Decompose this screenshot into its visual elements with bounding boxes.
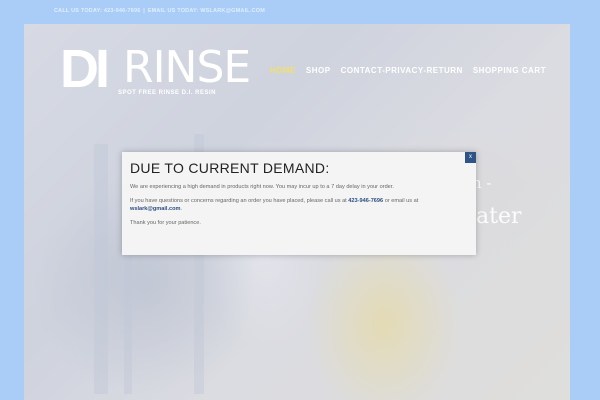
email-link[interactable]: wslark@gmail.com — [130, 206, 181, 212]
modal-paragraph: Thank you for your patience. — [130, 220, 201, 226]
modal-text: . — [180, 206, 183, 212]
logo-rinse: RINSE — [123, 42, 251, 93]
modal-text: If you have questions or concerns regard… — [130, 198, 349, 204]
call-us-text[interactable]: CALL US TODAY: 423-946-7696 — [54, 8, 141, 14]
email-us-text[interactable]: EMAIL US TODAY: WSLARK@GMAIL.COM — [148, 8, 265, 14]
close-icon[interactable]: x — [465, 152, 476, 163]
logo-tagline: SPOT FREE RINSE D.I. RESIN — [118, 90, 217, 96]
separator: | — [143, 8, 145, 14]
modal-title: DUE TO CURRENT DEMAND: — [130, 160, 330, 176]
main-nav: HOME SHOP CONTACT-PRIVACY-RETURN SHOPPIN… — [270, 66, 546, 75]
nav-shopping-cart[interactable]: SHOPPING CART — [473, 66, 546, 75]
modal-text: or email us at — [383, 198, 419, 204]
modal-paragraph: We are experiencing a high demand in pro… — [130, 184, 394, 190]
nav-contact-privacy-return[interactable]: CONTACT-PRIVACY-RETURN — [341, 66, 463, 75]
top-contact-bar: CALL US TODAY: 423-946-7696 | EMAIL US T… — [54, 8, 265, 14]
modal-paragraph: If you have questions or concerns regard… — [130, 197, 468, 213]
nav-home[interactable]: HOME — [270, 66, 296, 75]
demand-notice-modal: x DUE TO CURRENT DEMAND: We are experien… — [122, 152, 476, 255]
site-logo[interactable]: DI RINSE SPOT FREE RINSE D.I. RESIN — [60, 42, 251, 98]
logo-di: DI — [60, 39, 110, 99]
phone-link[interactable]: 423-946-7696 — [348, 198, 383, 204]
hero-text-fragment: ater — [476, 204, 522, 229]
nav-shop[interactable]: SHOP — [306, 66, 331, 75]
